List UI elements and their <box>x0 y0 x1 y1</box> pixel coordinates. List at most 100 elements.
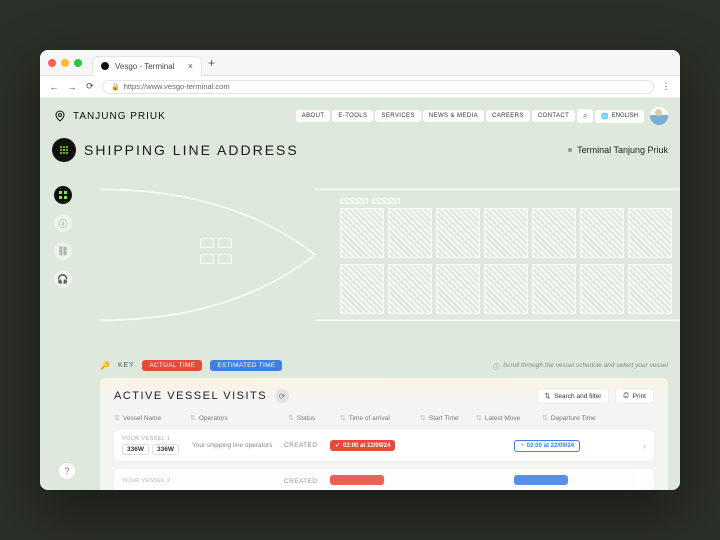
container-slot <box>484 208 528 258</box>
cell-status: CREATED <box>284 478 330 485</box>
cell-operators: Your shipping line operators <box>192 442 284 449</box>
container-slot <box>436 264 480 314</box>
table-row[interactable]: YOUR VESSEL 2 CREATED <box>114 469 654 490</box>
sort-icon: ⇅ <box>420 414 426 422</box>
nav-back-icon[interactable]: ← <box>48 82 60 92</box>
print-button[interactable]: ⎙Print <box>615 388 654 404</box>
nav-reload-icon[interactable]: ⟳ <box>84 81 96 92</box>
lock-icon: 🔒 <box>111 83 120 91</box>
sort-icon: ⇅ <box>114 414 120 422</box>
tab-close-icon[interactable]: × <box>188 61 193 71</box>
new-tab-button[interactable]: + <box>208 56 215 70</box>
table-header: ⇅Vessel Name ⇅Operators ⇅Status ⇅Time of… <box>114 414 654 422</box>
container-slot <box>340 198 368 204</box>
panel-header: ACTIVE VESSEL VISITS ⟳ ⇅Search and filte… <box>114 388 654 404</box>
language-label: ENGLISH <box>612 113 638 119</box>
container-slot <box>580 208 624 258</box>
browser-menu-icon[interactable]: ⋮ <box>660 81 672 92</box>
col-time-of-arrival[interactable]: ⇅Time of arrival <box>340 414 414 422</box>
container-slot <box>200 238 214 248</box>
side-rail: ⓘ ⛓ 🎧 <box>54 186 72 288</box>
maximize-window-icon[interactable] <box>74 59 82 67</box>
vessel-label: YOUR VESSEL 1 <box>122 436 192 442</box>
refresh-button[interactable]: ⟳ <box>275 389 289 403</box>
nav-about[interactable]: ABOUT <box>296 110 331 122</box>
cell-vessel: YOUR VESSEL 2 <box>122 478 192 484</box>
rail-link-button[interactable]: ⛓ <box>54 242 72 260</box>
browser-tab[interactable]: Vesgo - Terminal × <box>92 56 202 76</box>
container-slot <box>372 198 400 204</box>
site-header: TANJUNG PRIUK ABOUT E-TOOLS SERVICES NEW… <box>52 107 668 125</box>
link-icon: ⛓ <box>57 246 68 257</box>
sort-icon: ⇅ <box>190 414 196 422</box>
container-slot <box>436 208 480 258</box>
minimize-window-icon[interactable] <box>61 59 69 67</box>
headset-icon: 🎧 <box>57 274 68 285</box>
help-button[interactable]: ? <box>58 462 76 480</box>
legend-hint: ⓘScroll through the vessel schedule and … <box>492 361 668 371</box>
cell-toa: ✓02:00 at 22/09/24 <box>330 440 404 451</box>
table-row[interactable]: YOUR VESSEL 1 336W 336W Your shipping li… <box>114 430 654 461</box>
page-title-row: SHIPPING LINE ADDRESS Terminal Tanjung P… <box>52 138 668 162</box>
sort-icon: ⇅ <box>542 414 548 422</box>
nav-contact[interactable]: CONTACT <box>532 110 575 122</box>
info-icon: ⓘ <box>58 217 67 230</box>
rail-grid-button[interactable] <box>54 186 72 204</box>
nav-forward-icon[interactable]: → <box>66 82 78 92</box>
vessel-code-chip: 336W <box>152 444 179 455</box>
page-title: SHIPPING LINE ADDRESS <box>84 142 299 158</box>
container-slot <box>628 264 672 314</box>
search-filter-button[interactable]: ⇅Search and filter <box>537 388 610 404</box>
location-pin-icon <box>52 108 68 124</box>
col-start-time[interactable]: ⇅Start Time <box>420 414 470 422</box>
col-status[interactable]: ⇅Status <box>288 414 334 422</box>
search-button[interactable]: ⌕ <box>577 109 593 123</box>
info-icon: ⓘ <box>492 361 499 371</box>
col-departure-time[interactable]: ⇅Departure Time <box>542 414 618 422</box>
key-icon: 🔑 <box>100 361 110 370</box>
check-icon: ✓ <box>335 442 340 449</box>
container-slot <box>484 264 528 314</box>
tab-title: Vesgo - Terminal <box>115 62 174 71</box>
rail-info-button[interactable]: ⓘ <box>54 214 72 232</box>
container-slot <box>532 264 576 314</box>
col-operators[interactable]: ⇅Operators <box>190 414 282 422</box>
nav-etools[interactable]: E-TOOLS <box>332 110 373 122</box>
vessel-code-chip: 336W <box>122 444 149 455</box>
col-latest-move[interactable]: ⇅Latest Move <box>476 414 536 422</box>
container-slot <box>580 264 624 314</box>
vessel-label: YOUR VESSEL 2 <box>122 478 192 484</box>
legend-estimated: ESTIMATED TIME <box>210 360 282 371</box>
close-window-icon[interactable] <box>48 59 56 67</box>
sort-icon: ⇅ <box>476 414 482 422</box>
primary-nav: ABOUT E-TOOLS SERVICES NEWS & MEDIA CARE… <box>296 107 668 125</box>
user-avatar[interactable] <box>650 107 668 125</box>
nav-news[interactable]: NEWS & MEDIA <box>423 110 484 122</box>
terminal-tag: Terminal Tanjung Priuk <box>568 145 668 155</box>
brand-badge <box>52 138 76 162</box>
col-vessel-name[interactable]: ⇅Vessel Name <box>114 414 184 422</box>
container-slot <box>388 264 432 314</box>
container-slot <box>388 208 432 258</box>
location-name: TANJUNG PRIUK <box>73 111 166 122</box>
language-switcher[interactable]: 🌐 ENGLISH <box>595 110 644 123</box>
panel-title: ACTIVE VESSEL VISITS <box>114 390 267 402</box>
nav-careers[interactable]: CAREERS <box>486 110 530 122</box>
print-icon: ⎙ <box>623 392 628 400</box>
filter-icon: ⇅ <box>545 392 550 400</box>
cell-departure: ◔02:00 at 22/09/24 <box>514 440 590 452</box>
yard-map[interactable] <box>100 180 680 340</box>
sort-icon: ⇅ <box>288 414 294 422</box>
container-slot <box>340 208 384 258</box>
address-field[interactable]: 🔒 https://www.vesgo-terminal.com <box>102 80 654 94</box>
refresh-icon: ⟳ <box>279 392 286 401</box>
container-slot <box>200 254 214 264</box>
container-slot <box>628 208 672 258</box>
clock-icon: ◔ <box>520 443 524 449</box>
nav-services[interactable]: SERVICES <box>375 110 420 122</box>
cell-toa <box>330 475 404 487</box>
chevron-right-icon[interactable]: › <box>643 441 646 451</box>
rail-support-button[interactable]: 🎧 <box>54 270 72 288</box>
tab-strip: Vesgo - Terminal × + <box>40 50 680 76</box>
legend-actual: ACTUAL TIME <box>142 360 202 371</box>
